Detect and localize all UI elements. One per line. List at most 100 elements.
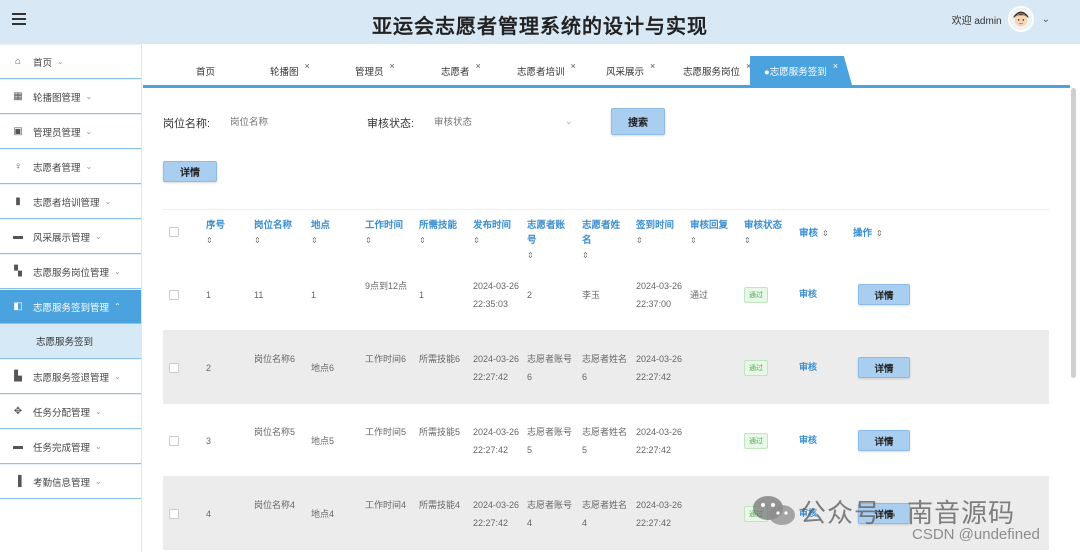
column-header-post[interactable]: 岗位名称 ⇕ <box>254 218 304 248</box>
column-header-label: 志愿者账号 <box>527 220 566 246</box>
column-header-work-time[interactable]: 工作时间 ⇕ <box>365 218 410 248</box>
scrollbar[interactable] <box>1071 88 1076 378</box>
tab-label: 志愿者 <box>441 66 470 78</box>
row-checkbox[interactable] <box>169 290 179 300</box>
close-icon[interactable]: × <box>650 61 655 71</box>
tab-1[interactable]: 轮播图 × <box>270 56 310 85</box>
close-icon[interactable]: × <box>476 61 481 71</box>
avatar[interactable] <box>1007 6 1034 32</box>
sort-icon[interactable]: ⇕ <box>822 229 829 238</box>
tab-7[interactable]: ●志愿服务签到 × <box>750 56 853 85</box>
row-detail-button[interactable]: 详情 <box>858 430 910 451</box>
column-header-checkin-time[interactable]: 签到时间 ⇕ <box>636 218 684 248</box>
chevron-down-icon[interactable]: ⌄ <box>565 116 573 127</box>
row-checkbox[interactable] <box>169 363 179 373</box>
row-checkbox[interactable] <box>169 509 179 519</box>
column-header-action[interactable]: 操作 ⇕ <box>853 226 903 241</box>
sidebar-item-9[interactable]: ✥ 任务分配管理 ⌄ <box>0 394 141 429</box>
tab-label: 首页 <box>196 66 216 78</box>
sidebar-item-8[interactable]: ▙ 志愿服务签退管理 ⌄ <box>0 359 141 394</box>
menu-toggle-icon[interactable] <box>12 13 26 27</box>
sidebar-item-5[interactable]: ▬ 风采展示管理 ⌄ <box>0 219 141 254</box>
sidebar-item-7[interactable]: ◧ 志愿服务签到管理 ⌃ <box>0 289 141 324</box>
tab-3[interactable]: 志愿者 × <box>441 56 481 85</box>
sort-icon[interactable]: ⇕ <box>365 236 372 245</box>
select-all-checkbox[interactable] <box>169 227 179 237</box>
sort-icon[interactable]: ⇕ <box>206 236 213 245</box>
tab-4[interactable]: 志愿者培训 × <box>517 56 576 85</box>
audit-link[interactable]: 审核 <box>799 360 817 373</box>
cell-account: 志愿者账号4 <box>527 500 573 528</box>
cell-name: 志愿者姓名6 <box>582 354 628 382</box>
search-button[interactable]: 搜索 <box>611 108 665 135</box>
cell-index: 3 <box>206 436 212 446</box>
sidebar-item-10[interactable]: ▬ 任务完成管理 ⌄ <box>0 429 141 464</box>
sort-icon[interactable]: ⇕ <box>311 236 318 245</box>
tab-0[interactable]: 首页 <box>196 56 215 85</box>
sidebar-item-0[interactable]: ⌂ 首页 ⌄ <box>0 44 141 79</box>
attendance-icon: ▐ <box>14 476 22 487</box>
row-detail-button[interactable]: 详情 <box>858 357 910 378</box>
audit-link[interactable]: 审核 <box>799 433 817 446</box>
sort-icon[interactable]: ⇕ <box>690 236 697 245</box>
post-name-input[interactable] <box>222 110 342 134</box>
sidebar-item-6[interactable]: ▚ 志愿服务岗位管理 ⌄ <box>0 254 141 289</box>
cell-location: 地点6 <box>311 363 335 373</box>
sort-icon[interactable]: ⇕ <box>419 236 426 245</box>
column-header-name[interactable]: 志愿者姓名 ⇕ <box>582 218 627 263</box>
row-detail-button[interactable]: 详情 <box>858 284 910 305</box>
column-header-index[interactable]: 序号 ⇕ <box>206 218 236 248</box>
row-checkbox[interactable] <box>169 436 179 446</box>
column-header-status[interactable]: 审核状态 ⇕ <box>744 218 789 248</box>
sidebar-item-4[interactable]: ▮ 志愿者培训管理 ⌄ <box>0 184 141 219</box>
status-badge: 通过 <box>744 506 768 522</box>
audit-status-select[interactable] <box>426 110 576 134</box>
column-header-audit[interactable]: 审核 ⇕ <box>799 226 839 241</box>
column-header-account[interactable]: 志愿者账号 ⇕ <box>527 218 572 263</box>
detail-button[interactable]: 详情 <box>163 161 217 182</box>
sidebar-item-11[interactable]: ▐ 考勤信息管理 ⌄ <box>0 464 141 499</box>
close-icon[interactable]: × <box>571 61 576 71</box>
close-icon[interactable]: × <box>305 61 310 71</box>
chevron-down-icon: ⌄ <box>85 92 93 101</box>
cell-account: 2 <box>527 290 533 300</box>
close-icon[interactable]: × <box>833 61 838 71</box>
tab-2[interactable]: 管理员 × <box>355 56 395 85</box>
tab-5[interactable]: 风采展示 × <box>606 56 655 85</box>
cell-publish-time: 2024-03-26 22:27:42 <box>473 354 520 382</box>
cell-work-time: 9点到12点 <box>365 281 408 291</box>
tab-6[interactable]: 志愿服务岗位 × <box>683 56 751 85</box>
sort-icon[interactable]: ⇕ <box>473 236 480 245</box>
sort-icon[interactable]: ⇕ <box>636 236 643 245</box>
chevron-down-icon: ⌄ <box>95 232 102 241</box>
cell-reply: 通过 <box>690 290 709 300</box>
sidebar-subitem-checkin[interactable]: 志愿服务签到 <box>0 324 141 359</box>
row-detail-button[interactable]: 详情 <box>858 503 910 524</box>
sort-icon[interactable]: ⇕ <box>254 236 261 245</box>
audit-link[interactable]: 审核 <box>799 287 817 300</box>
cell-work-time: 工作时间4 <box>365 500 407 510</box>
chevron-down-icon[interactable]: ⌄ <box>1042 14 1050 25</box>
cell-index: 4 <box>206 509 212 519</box>
sidebar-item-label: 管理员管理 <box>33 127 81 139</box>
sidebar-item-3[interactable]: ♀ 志愿者管理 ⌄ <box>0 149 141 184</box>
sort-icon[interactable]: ⇕ <box>876 229 883 238</box>
user-menu[interactable]: 欢迎 admin ⌄ <box>952 6 1050 32</box>
sidebar-item-2[interactable]: ▣ 管理员管理 ⌄ <box>0 114 141 149</box>
audit-link[interactable]: 审核 <box>799 506 817 519</box>
column-header-location[interactable]: 地点 ⇕ <box>311 218 351 248</box>
cell-skills: 所需技能5 <box>419 427 461 437</box>
column-header-reply[interactable]: 审核回复 ⇕ <box>690 218 735 248</box>
column-header-skills[interactable]: 所需技能 ⇕ <box>419 218 464 248</box>
cell-post: 岗位名称4 <box>254 500 296 510</box>
column-header-publish-time[interactable]: 发布时间 ⇕ <box>473 218 521 248</box>
sidebar-item-label: 志愿者培训管理 <box>33 197 100 209</box>
sidebar-item-1[interactable]: ▦ 轮播图管理 ⌄ <box>0 79 141 114</box>
cell-publish-time: 2024-03-26 22:27:42 <box>473 427 520 455</box>
close-icon[interactable]: × <box>390 61 395 71</box>
cell-index: 2 <box>206 363 212 373</box>
sort-icon[interactable]: ⇕ <box>744 236 751 245</box>
table-row: 2 岗位名称6 地点6 工作时间6 所需技能6 2024-03-26 22:27:42 志愿… <box>163 331 1049 404</box>
status-badge: 通过 <box>744 433 768 449</box>
sidebar-item-label: 志愿服务岗位管理 <box>33 267 110 279</box>
